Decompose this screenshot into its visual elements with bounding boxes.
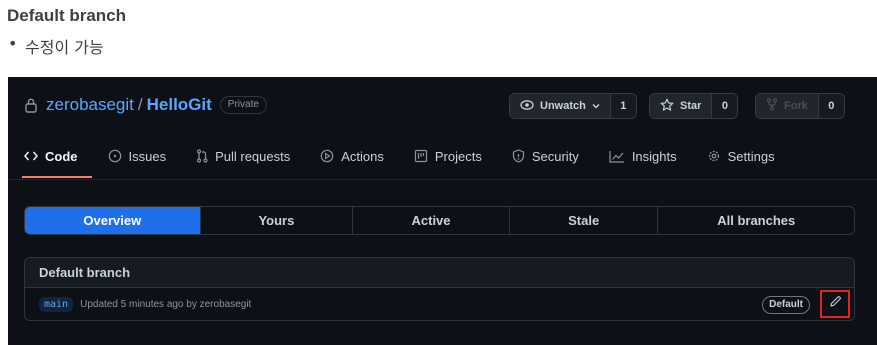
tab-settings-label: Settings [727,148,775,164]
repo-owner-link[interactable]: zerobasegit [46,95,134,115]
project-icon [414,149,428,163]
edit-default-branch-button[interactable] [820,290,850,318]
shield-icon [512,149,525,163]
unwatch-button[interactable]: Unwatch [510,94,610,118]
branch-updated-text: Updated 5 minutes ago by zerobasegit [80,299,252,310]
default-badge: Default [762,296,810,314]
pull-request-icon [196,149,208,163]
fork-label: Fork [784,100,808,112]
branch-row: main Updated 5 minutes ago by zerobasegi… [25,288,854,320]
play-icon [320,149,334,163]
issue-icon [108,149,122,163]
lock-icon [24,97,38,113]
star-label: Star [680,100,702,112]
filter-yours[interactable]: Yours [201,207,354,234]
tab-actions-label: Actions [341,148,384,164]
star-icon [660,98,674,115]
tab-pull-requests-label: Pull requests [215,148,291,164]
chevron-down-icon [592,100,600,112]
gear-icon [707,149,721,163]
tab-projects[interactable]: Projects [414,139,496,173]
fork-button[interactable]: Fork [756,94,818,118]
bullet-marker: • [8,34,18,53]
default-branch-box: Default branch main Updated 5 minutes ag… [24,257,855,321]
tab-pull-requests[interactable]: Pull requests [196,139,304,173]
tabs-divider [8,179,877,180]
code-icon [24,150,38,162]
repo-nav-tabs: Code Issues Pull requests Actions Projec… [22,139,805,178]
tab-actions[interactable]: Actions [320,139,398,173]
repo-separator: / [137,95,143,114]
repo-title: zerobasegit / HelloGit Private [24,93,267,117]
tab-security[interactable]: Security [512,139,593,173]
fork-count[interactable]: 0 [817,94,844,118]
tab-settings[interactable]: Settings [707,139,789,173]
tab-code-label: Code [45,148,78,164]
tab-insights[interactable]: Insights [609,139,691,173]
eye-icon [520,99,534,114]
branch-name-link[interactable]: main [39,297,74,312]
fork-button-group: Fork 0 [755,93,845,119]
unwatch-label: Unwatch [540,100,586,112]
filter-all-branches[interactable]: All branches [658,207,854,234]
repo-name-link[interactable]: HelloGit [147,95,212,115]
star-button[interactable]: Star [650,94,712,118]
tab-issues[interactable]: Issues [108,139,181,173]
visibility-badge: Private [219,96,267,114]
default-branch-header: Default branch [25,258,854,288]
filter-active[interactable]: Active [353,207,510,234]
tab-code[interactable]: Code [22,139,92,178]
tab-security-label: Security [531,148,579,164]
watch-count[interactable]: 1 [609,94,636,118]
tab-issues-label: Issues [128,148,167,164]
branch-filter-bar: Overview Yours Active Stale All branches [24,206,855,235]
filter-overview[interactable]: Overview [25,207,201,234]
tab-insights-label: Insights [631,148,677,164]
tab-projects-label: Projects [434,148,482,164]
pencil-icon [829,295,842,313]
watch-button-group: Unwatch 1 [509,93,637,119]
star-button-group: Star 0 [649,93,739,119]
slide-bullet: • 수정이 가능 [8,34,104,58]
star-count[interactable]: 0 [711,94,738,118]
slide-heading: Default branch [7,6,127,25]
filter-stale[interactable]: Stale [510,207,659,234]
bullet-text: 수정이 가능 [25,38,104,57]
graph-icon [609,150,625,163]
github-screenshot: zerobasegit / HelloGit Private Unwatch 1… [8,77,877,345]
fork-icon [766,98,778,114]
